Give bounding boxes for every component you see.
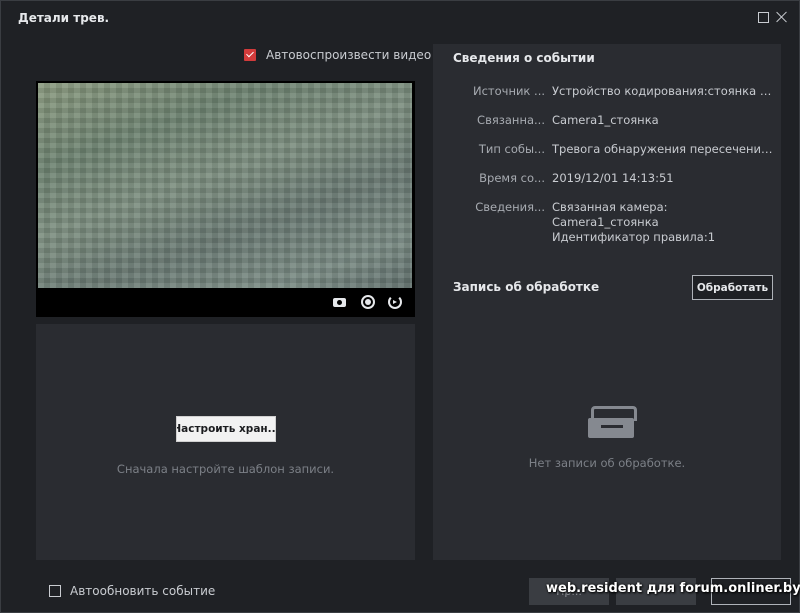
- record-icon[interactable]: [361, 295, 375, 309]
- info-label: Время со...: [479, 171, 545, 185]
- event-info-title: Сведения о событии: [453, 51, 595, 65]
- storage-panel: Настроить хран... Сначала настройте шабл…: [36, 324, 415, 560]
- camera-icon[interactable]: [333, 295, 347, 309]
- video-frame[interactable]: [38, 83, 412, 288]
- autoplay-label: Автовоспроизвести видео: [266, 48, 432, 62]
- checkbox-unchecked-icon[interactable]: [49, 585, 61, 597]
- configure-storage-button[interactable]: Настроить хран...: [176, 416, 276, 442]
- info-label: Тип собы...: [478, 142, 545, 156]
- window-title: Детали трев.: [18, 11, 110, 25]
- info-label: Связанна...: [477, 113, 545, 127]
- empty-inbox-slot: [601, 425, 623, 428]
- info-value: Тревога обнаружения пересечения ...: [552, 142, 774, 156]
- info-value-line: Идентификатор правила:1: [552, 230, 716, 244]
- footer-button-3[interactable]: [711, 578, 791, 605]
- info-value: 2019/12/01 14:13:51: [552, 171, 674, 185]
- footer-button-1[interactable]: Пр...: [529, 578, 609, 605]
- info-value: Camera1_стоянка: [552, 113, 659, 127]
- event-info-panel: Сведения о событии Источник ... Устройст…: [433, 44, 781, 560]
- storage-hint: Сначала настройте шаблон записи.: [116, 462, 335, 476]
- footer-button-2[interactable]: [616, 578, 696, 605]
- alarm-details-window: Детали трев. Автовоспроизвести видео Нас…: [0, 0, 800, 613]
- video-player[interactable]: [36, 81, 415, 317]
- checkbox-checked-icon[interactable]: [244, 49, 256, 61]
- info-label: Источник ...: [472, 84, 545, 98]
- autorefresh-label: Автообновить событие: [70, 584, 216, 598]
- empty-inbox-icon: [588, 406, 637, 438]
- title-bar: Детали трев.: [1, 1, 799, 35]
- maximize-icon[interactable]: [756, 10, 770, 24]
- autoplay-checkbox[interactable]: Автовоспроизвести видео: [244, 47, 431, 63]
- close-icon[interactable]: [775, 10, 789, 24]
- process-button[interactable]: Обработать: [692, 275, 773, 300]
- info-value: Связанная камера: Camera1_стоянка Иденти…: [552, 200, 774, 245]
- video-controls: [36, 288, 415, 317]
- autorefresh-checkbox[interactable]: Автообновить событие: [49, 584, 215, 598]
- info-value: Устройство кодирования:стоянка С...: [552, 84, 774, 98]
- info-label: Сведения...: [475, 200, 545, 214]
- processing-title: Запись об обработке: [453, 280, 600, 294]
- empty-processing-text: Нет записи об обработке.: [528, 456, 686, 470]
- replay-icon[interactable]: [388, 295, 402, 309]
- info-value-line: Связанная камера: Camera1_стоянка: [552, 200, 668, 229]
